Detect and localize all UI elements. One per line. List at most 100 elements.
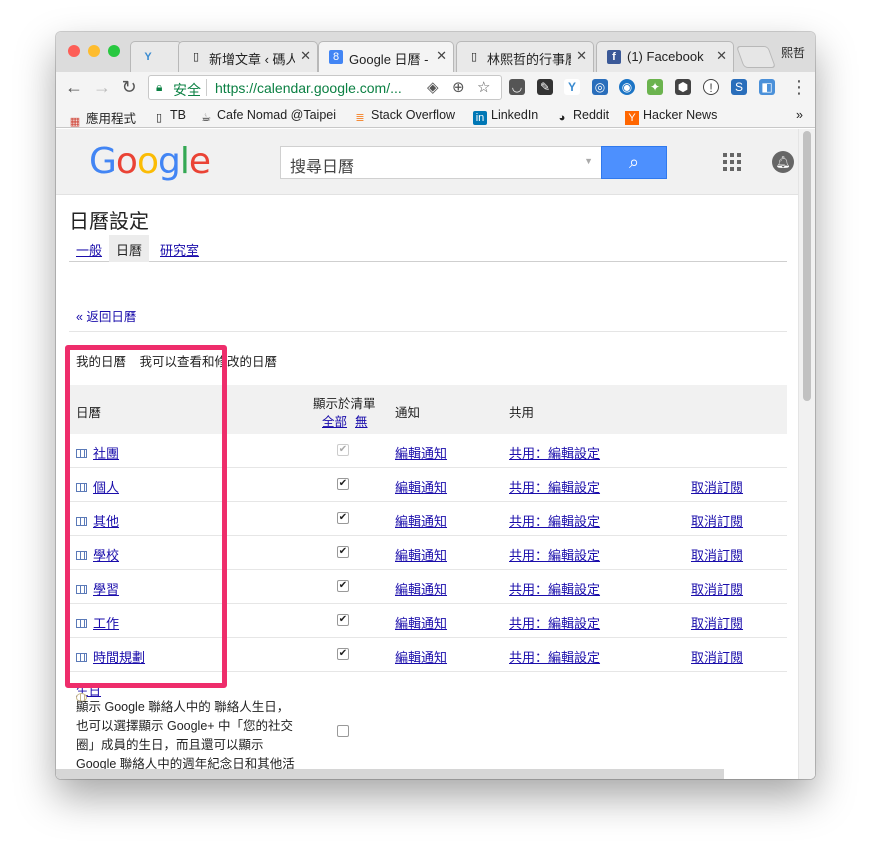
search-icon: ⌕ [628, 152, 640, 172]
back-icon[interactable]: ← [64, 77, 84, 98]
tab-facebook[interactable]: f (1) Facebook ✕ [596, 41, 734, 72]
horizontal-scrollbar[interactable] [56, 769, 724, 779]
unsubscribe-link[interactable]: 取消訂閱 [691, 647, 743, 666]
pocket-icon[interactable]: ◡ [509, 79, 525, 95]
bookmark-cafe-nomad[interactable]: ☕︎ Cafe Nomad @Taipei [199, 108, 336, 125]
search-input[interactable]: 搜尋日曆 ▼ [280, 146, 602, 179]
share-settings-link[interactable]: 共用：編輯設定 [509, 613, 600, 632]
url-text[interactable]: https://calendar.google.com/... [215, 80, 425, 96]
show-in-list-checkbox[interactable]: ✔ [337, 478, 349, 490]
bookmarks-bar: ▦ 應用程式 ▯ TB ☕︎ Cafe Nomad @Taipei ≣ Stack Ov… [56, 103, 815, 128]
unsubscribe-link[interactable]: 取消訂閱 [691, 613, 743, 632]
tab-google-calendar[interactable]: 8 Google 日曆 - ✕ [318, 41, 454, 72]
minimize-window-button[interactable] [88, 45, 100, 57]
forward-icon[interactable]: → [92, 77, 112, 98]
show-in-list-checkbox[interactable]: ✔ [337, 512, 349, 524]
tab-bar: Y ▯ 新增文章 ‹ 碼人 ✕ 8 Google 日曆 - ✕ ▯ 林熙哲的行事… [56, 32, 815, 72]
edit-notifications-link[interactable]: 編輯通知 [395, 647, 447, 666]
show-all-link[interactable]: 全部 [322, 411, 347, 430]
show-none-link[interactable]: 無 [355, 411, 368, 430]
extension-icon[interactable]: ! [703, 79, 719, 95]
edit-notifications-link[interactable]: 編輯通知 [395, 579, 447, 598]
browser-toolbar: ← → ↻ 🔒︎ 安全 https://calendar.google.com/… [56, 72, 815, 103]
bookmark-linkedin[interactable]: in LinkedIn [473, 108, 538, 125]
unsubscribe-link[interactable]: 取消訂閱 [691, 545, 743, 564]
star-icon[interactable]: ☆ [477, 78, 490, 96]
show-in-list-checkbox[interactable]: ✔ [337, 580, 349, 592]
tab-schedule[interactable]: ▯ 林熙哲的行事曆 ✕ [456, 41, 594, 72]
new-tab-button[interactable] [735, 46, 777, 68]
cafe-icon: ☕︎ [201, 112, 211, 124]
tab-new-post[interactable]: ▯ 新增文章 ‹ 碼人 ✕ [178, 41, 318, 72]
reload-icon[interactable]: ↻ [119, 77, 139, 98]
show-in-list-checkbox[interactable]: ✔ [337, 614, 349, 626]
dropdown-arrow-icon[interactable]: ▼ [584, 156, 593, 166]
birthday-description: 顯示 Google 聯絡人中的 聯絡人生日，也可以選擇顯示 Google+ 中「… [76, 700, 295, 779]
google-logo[interactable]: Google [89, 141, 211, 182]
close-tab-icon[interactable]: ✕ [716, 48, 727, 64]
show-in-list-checkbox[interactable]: ✔ [337, 648, 349, 660]
hackernews-icon: Y [625, 111, 639, 125]
apps-icon: ▦ [69, 116, 81, 128]
zoom-window-button[interactable] [108, 45, 120, 57]
apps-grid-icon[interactable] [723, 153, 741, 171]
back-to-calendar-link[interactable]: « 返回日曆 [76, 306, 136, 325]
share-settings-link[interactable]: 共用：編輯設定 [509, 511, 600, 530]
tab-general[interactable]: 一般 [69, 235, 109, 262]
bookmark-hacker-news[interactable]: Y Hacker News [625, 108, 717, 125]
close-window-button[interactable] [68, 45, 80, 57]
table-row-birthdays: 生日 顯示 Google 聯絡人中的 聯絡人生日，也可以選擇顯示 Google+… [69, 672, 787, 779]
extension-icon[interactable]: ⬢ [675, 79, 691, 95]
unsubscribe-link[interactable]: 取消訂閱 [691, 579, 743, 598]
lock-icon: 🔒︎ [156, 80, 163, 94]
extension-icon[interactable]: ✦ [647, 79, 663, 95]
share-settings-link[interactable]: 共用：編輯設定 [509, 545, 600, 564]
share-settings-link[interactable]: 共用：編輯設定 [509, 477, 600, 496]
page-icon: ▯ [192, 51, 200, 63]
profile-name[interactable]: 熙哲 [781, 44, 805, 61]
bookmarks-overflow-button[interactable]: » [796, 108, 803, 122]
edit-notifications-link[interactable]: 編輯通知 [395, 443, 447, 462]
notifications-icon[interactable]: 🔔︎ [772, 151, 794, 173]
bookmark-apps[interactable]: ▦ 應用程式 [68, 108, 136, 129]
evernote-icon[interactable]: ✎ [537, 79, 553, 95]
tab-yahoo[interactable]: Y [130, 41, 182, 72]
bookmark-reddit[interactable]: ◕ Reddit [555, 108, 609, 125]
edit-notifications-link[interactable]: 編輯通知 [395, 613, 447, 632]
edit-notifications-link[interactable]: 編輯通知 [395, 545, 447, 564]
address-bar[interactable]: 🔒︎ 安全 https://calendar.google.com/... ◈ … [148, 75, 502, 100]
extension-icon[interactable]: ◉ [619, 79, 635, 95]
show-in-list-checkbox: ✔ [337, 444, 349, 456]
yahoo-icon: Y [144, 51, 152, 63]
calendar-header: Google 搜尋日曆 ▼ ⌕ 🔔︎ [56, 129, 798, 195]
extension-icon[interactable]: ◎ [592, 79, 608, 95]
share-settings-link[interactable]: 共用：編輯設定 [509, 647, 600, 666]
yahoo-ext-icon[interactable]: Y [564, 79, 580, 95]
settings-tabs: 一般 日曆 研究室 [69, 235, 787, 262]
search-button[interactable]: ⌕ [601, 146, 667, 179]
unsubscribe-link[interactable]: 取消訂閱 [691, 477, 743, 496]
vertical-scrollbar[interactable] [798, 129, 815, 779]
share-settings-link[interactable]: 共用：編輯設定 [509, 443, 600, 462]
edit-notifications-link[interactable]: 編輯通知 [395, 477, 447, 496]
menu-icon[interactable]: ⋮ [789, 77, 809, 98]
bookmark-stack-overflow[interactable]: ≣ Stack Overflow [353, 108, 455, 125]
eye-icon[interactable]: ◈ [427, 78, 439, 96]
facebook-icon: f [607, 50, 621, 64]
tab-labs[interactable]: 研究室 [153, 235, 206, 262]
close-tab-icon[interactable]: ✕ [576, 48, 587, 64]
extension-icon[interactable]: S [731, 79, 747, 95]
show-in-list-checkbox[interactable] [337, 725, 349, 737]
zoom-icon[interactable]: ⊕ [452, 78, 465, 96]
unsubscribe-link[interactable]: 取消訂閱 [691, 511, 743, 530]
extension-icon[interactable]: ◧ [759, 79, 775, 95]
page-icon: ▯ [155, 112, 163, 124]
close-tab-icon[interactable]: ✕ [436, 48, 447, 64]
tab-calendars[interactable]: 日曆 [109, 235, 150, 262]
linkedin-icon: in [473, 111, 487, 125]
bookmark-tb[interactable]: ▯ TB [152, 108, 186, 125]
close-tab-icon[interactable]: ✕ [300, 48, 311, 64]
edit-notifications-link[interactable]: 編輯通知 [395, 511, 447, 530]
show-in-list-checkbox[interactable]: ✔ [337, 546, 349, 558]
share-settings-link[interactable]: 共用：編輯設定 [509, 579, 600, 598]
